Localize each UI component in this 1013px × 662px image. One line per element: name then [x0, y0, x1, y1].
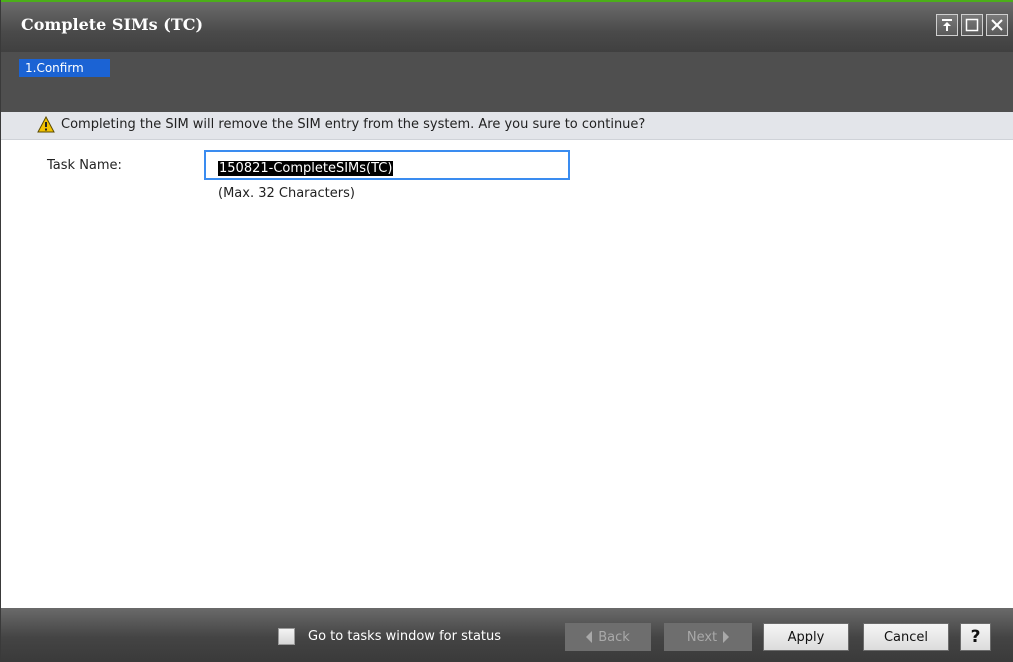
wizard-step-bar: 1.Confirm — [1, 52, 1013, 112]
next-arrow-icon — [723, 631, 730, 643]
dialog-title: Complete SIMs (TC) — [21, 15, 204, 34]
maximize-button[interactable] — [961, 14, 983, 36]
task-name-input[interactable]: 150821-CompleteSIMs(TC) — [204, 150, 570, 180]
task-name-hint: (Max. 32 Characters) — [218, 186, 355, 201]
task-name-label: Task Name: — [47, 158, 122, 173]
complete-sims-dialog: Complete SIMs (TC) 1.Confirm Completing … — [0, 0, 1013, 662]
task-name-value: 150821-CompleteSIMs(TC) — [218, 161, 394, 176]
maximize-icon — [965, 18, 979, 32]
back-label: Back — [598, 629, 630, 645]
warning-triangle-icon — [37, 116, 55, 133]
pin-to-top-button[interactable] — [936, 14, 958, 36]
cancel-button[interactable]: Cancel — [863, 623, 949, 651]
next-label: Next — [686, 629, 718, 645]
title-bar[interactable]: Complete SIMs (TC) — [1, 2, 1013, 52]
help-button[interactable]: ? — [960, 623, 991, 651]
back-arrow-icon — [586, 631, 593, 643]
apply-button[interactable]: Apply — [763, 623, 849, 651]
close-icon — [991, 19, 1003, 31]
back-button[interactable]: Back — [565, 623, 651, 651]
dialog-footer: Go to tasks window for status Back Next … — [1, 608, 1013, 662]
step-confirm: 1.Confirm — [19, 59, 110, 77]
go-to-tasks-label: Go to tasks window for status — [308, 629, 502, 644]
warning-text: Completing the SIM will remove the SIM e… — [61, 117, 646, 132]
next-button[interactable]: Next — [664, 623, 752, 651]
window-controls — [936, 14, 1008, 36]
close-button[interactable] — [986, 14, 1008, 36]
go-to-tasks-checkbox[interactable] — [278, 628, 295, 645]
pin-top-icon — [942, 19, 952, 31]
go-to-tasks-option[interactable]: Go to tasks window for status — [278, 628, 501, 645]
warning-banner: Completing the SIM will remove the SIM e… — [1, 112, 1013, 140]
